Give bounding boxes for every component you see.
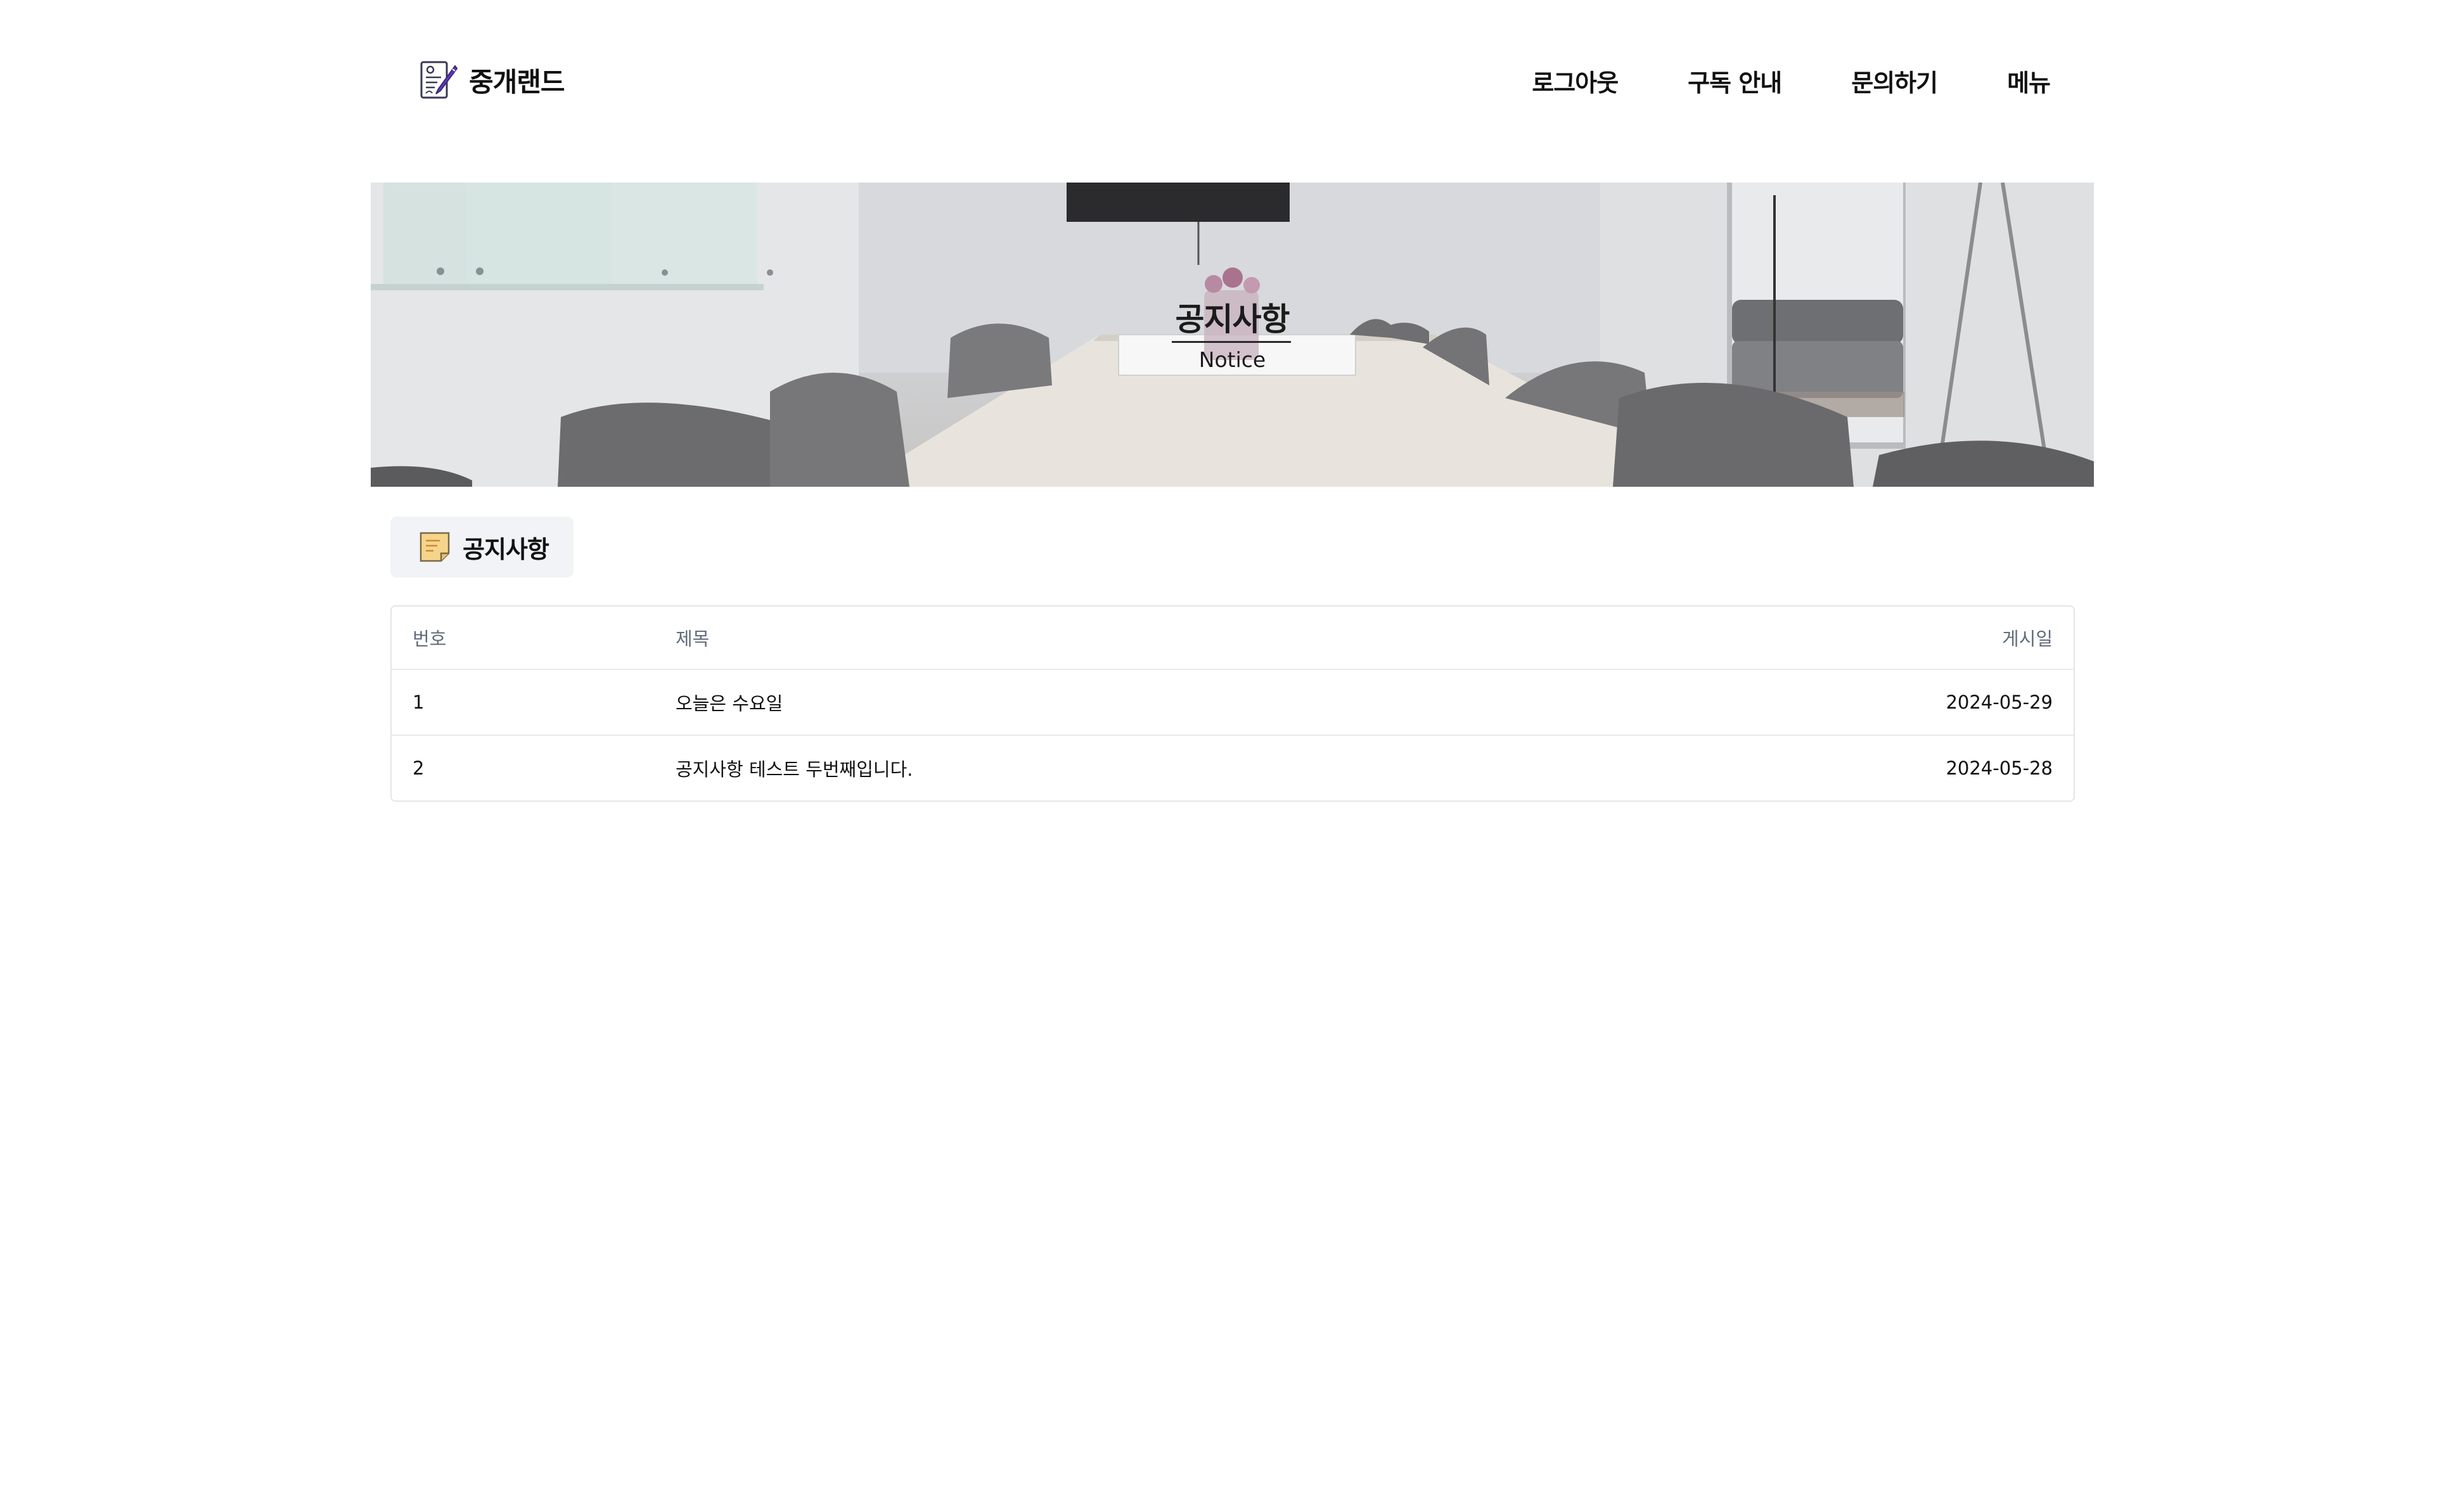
site-header: 중개랜드 로그아웃 구독 안내 문의하기 메뉴 [0,0,2464,183]
row-number: 1 [413,691,425,713]
logo-text: 중개랜드 [469,66,565,98]
nav-contact[interactable]: 문의하기 [1851,63,1938,98]
nav-menu[interactable]: 메뉴 [2007,63,2051,98]
table-row[interactable]: 2 공지사항 테스트 두번째입니다. 2024-05-28 [392,735,2074,801]
table-header-row: 번호 제목 게시일 [392,607,2074,669]
nav-subscription-guide[interactable]: 구독 안내 [1688,63,1782,98]
site-logo[interactable]: 중개랜드 [420,58,565,101]
column-header-title: 제목 [676,628,710,650]
table-row[interactable]: 1 오늘은 수요일 2024-05-29 [392,669,2074,735]
contract-pen-icon [420,61,458,99]
hero-title-underline [1172,341,1291,343]
column-header-date: 게시일 [2001,628,2053,650]
column-header-number: 번호 [413,628,447,650]
hero-banner: 공지사항 Notice [371,183,2094,487]
row-title-link[interactable]: 오늘은 수요일 [676,670,783,735]
tab-notice-label: 공지사항 [463,535,549,563]
row-number: 2 [413,757,425,779]
row-date: 2024-05-28 [1946,757,2053,779]
row-date: 2024-05-29 [1946,691,2053,713]
row-title-link[interactable]: 공지사항 테스트 두번째입니다. [676,736,913,801]
main-nav: 로그아웃 구독 안내 문의하기 메뉴 [1532,63,2051,98]
hero-title: 공지사항 [1175,301,1290,338]
notice-table: 번호 제목 게시일 1 오늘은 수요일 2024-05-29 2 공지사항 테스… [390,605,2075,802]
hero-subtitle: Notice [1198,347,1266,372]
memo-icon [420,532,450,562]
nav-logout[interactable]: 로그아웃 [1532,63,1619,98]
tab-notice[interactable]: 공지사항 [390,517,574,577]
